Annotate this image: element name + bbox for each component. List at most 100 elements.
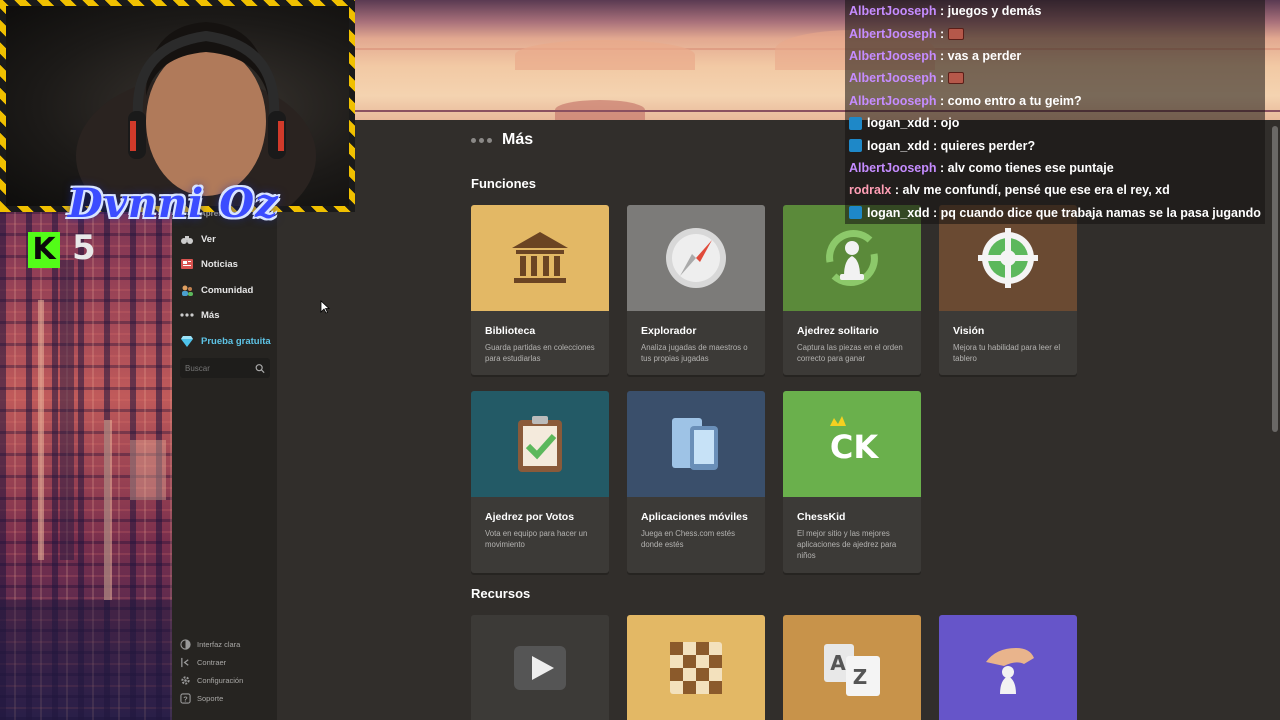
sidebar-item-mas[interactable]: Más xyxy=(180,306,219,324)
chat-message: AlbertJooseph : juegos y demás xyxy=(845,0,1265,23)
search-field[interactable] xyxy=(180,358,270,378)
emote-icon xyxy=(948,72,965,85)
streamer-name-overlay: Dvnni Oz xyxy=(68,180,279,227)
card-description: El mejor sitio y las mejores aplicacione… xyxy=(797,529,897,560)
viewer-count: 5 xyxy=(72,228,96,268)
chat-message: AlbertJooseph : xyxy=(845,22,1265,45)
svg-text:CK: CK xyxy=(830,428,879,466)
sidebar-item-prueba-gratuita[interactable]: Prueba gratuita xyxy=(180,332,271,350)
card-ajedrez-solitario[interactable]: Ajedrez solitario Captura las piezas en e… xyxy=(783,205,921,375)
footer-item-soporte[interactable]: ? Soporte xyxy=(180,690,223,706)
gear-icon xyxy=(181,675,190,685)
more-dots-icon xyxy=(180,313,194,317)
chat-text: vas a perder xyxy=(947,48,1022,63)
card-aplicaciones-moviles[interactable]: Aplicaciones móviles Juega en Chess.com e… xyxy=(627,391,765,573)
card-title: ChessKid xyxy=(797,511,846,523)
target-icon xyxy=(978,228,1038,288)
svg-text:Z: Z xyxy=(853,665,868,689)
card-explorador[interactable]: Explorador Analiza jugadas de maestros o … xyxy=(627,205,765,375)
collapse-icon xyxy=(181,657,189,667)
sidebar: Aprender Ver Noticias Comunidad Más Prue… xyxy=(172,200,277,720)
chat-username: logan_xdd xyxy=(867,205,930,220)
card-vision[interactable]: Visión Mejora tu habilidad para leer el t… xyxy=(939,205,1077,375)
chessboard-icon xyxy=(670,642,722,694)
glossary-az-icon: AZ xyxy=(824,644,880,696)
kick-badge-icon xyxy=(849,206,862,220)
compass-icon xyxy=(666,228,726,288)
chat-message: logan_xdd : quieres perder? xyxy=(845,134,1265,157)
chat-text: juegos y demás xyxy=(947,4,1042,19)
card-description: Mejora tu habilidad para leer el tablero xyxy=(953,343,1061,363)
chat-text: como entro a tu geim? xyxy=(947,93,1082,108)
card-description: Juega en Chess.com estés donde estés xyxy=(641,529,736,549)
community-icon xyxy=(182,285,193,296)
sidebar-item-comunidad[interactable]: Comunidad xyxy=(180,281,253,299)
diamond-icon xyxy=(181,336,193,347)
clipboard-check-icon xyxy=(518,416,562,472)
webcam-feed xyxy=(6,6,349,206)
chat-username: logan_xdd xyxy=(867,116,930,131)
chat-text: alv como tienes ese puntaje xyxy=(947,160,1114,175)
chat-message: AlbertJooseph : como entro a tu geim? xyxy=(845,89,1265,112)
chat-username: AlbertJooseph xyxy=(849,160,937,175)
card-recursos-videos[interactable] xyxy=(471,615,609,720)
kick-badge-icon xyxy=(849,116,862,130)
play-icon xyxy=(514,646,566,690)
help-icon: ? xyxy=(180,692,191,704)
chat-message: logan_xdd : ojo xyxy=(845,111,1265,135)
chat-username: AlbertJooseph xyxy=(849,48,937,63)
sidebar-item-ver[interactable]: Ver xyxy=(180,230,216,248)
chat-message: AlbertJooseph : vas a perder xyxy=(845,44,1265,68)
page-scrollbar[interactable] xyxy=(1272,126,1278,432)
svg-text:?: ? xyxy=(183,694,188,703)
card-title: Biblioteca xyxy=(485,325,536,337)
card-title: Explorador xyxy=(641,325,697,337)
page-title: Más xyxy=(502,131,534,148)
more-dots-icon xyxy=(471,137,492,143)
chat-username: AlbertJooseph xyxy=(849,4,937,19)
search-icon[interactable] xyxy=(255,363,265,374)
chesskid-icon: CK xyxy=(830,416,879,466)
card-ajedrez-por-votos[interactable]: Ajedrez por Votos Vota en equipo para hac… xyxy=(471,391,609,573)
chat-message: AlbertJooseph : xyxy=(845,67,1265,90)
card-title: Ajedrez solitario xyxy=(797,325,879,337)
card-recursos-lecciones[interactable] xyxy=(939,615,1077,720)
card-title: Aplicaciones móviles xyxy=(641,511,748,523)
card-description: Vota en equipo para hacer un movimiento xyxy=(485,529,588,549)
chat-username: rodralx xyxy=(849,183,892,198)
mouse-cursor-icon xyxy=(320,300,330,314)
chat-overlay: AlbertJooseph : juegos y demás AlbertJoo… xyxy=(845,0,1265,224)
pawn-cycle-icon xyxy=(826,230,878,286)
section-title-recursos: Recursos xyxy=(471,586,531,601)
chat-message: AlbertJooseph : alv como tienes ese punt… xyxy=(845,156,1265,180)
footer-item-interfaz-clara[interactable]: Interfaz clara xyxy=(180,636,240,652)
card-description: Analiza jugadas de maestros o tus propia… xyxy=(641,343,748,363)
chat-message: rodralx : alv me confundí, pensé que ese… xyxy=(845,179,1265,202)
section-title-funciones: Funciones xyxy=(471,176,537,191)
card-title: Ajedrez por Votos xyxy=(485,511,575,523)
emote-icon xyxy=(948,27,965,40)
mobile-apps-icon xyxy=(672,418,718,470)
page-header: Más xyxy=(471,128,533,152)
streamer-figure xyxy=(76,22,316,206)
contrast-icon xyxy=(180,638,191,650)
svg-text:A: A xyxy=(830,651,846,675)
footer-item-contraer[interactable]: Contraer xyxy=(180,654,226,670)
chat-text: pq cuando dice que trabaja namas se la p… xyxy=(940,205,1261,220)
sidebar-item-noticias[interactable]: Noticias xyxy=(180,255,238,273)
chat-text: ojo xyxy=(940,116,960,131)
card-recursos-tablero[interactable] xyxy=(627,615,765,720)
card-biblioteca[interactable]: Biblioteca Guarda partidas en colecciones… xyxy=(471,205,609,375)
kick-badge-icon xyxy=(849,139,862,153)
hand-pawn-icon xyxy=(986,648,1034,694)
card-recursos-glosario[interactable]: AZ xyxy=(783,615,921,720)
card-chesskid[interactable]: CK ChessKid El mejor sitio y las mejores … xyxy=(783,391,921,573)
kick-logo-icon: K xyxy=(28,232,60,268)
search-input[interactable] xyxy=(185,363,255,373)
footer-item-configuracion[interactable]: Configuración xyxy=(180,672,243,688)
chat-text: quieres perder? xyxy=(940,138,1036,153)
chat-text: alv me confundí, pensé que ese era el re… xyxy=(902,183,1170,198)
chat-username: AlbertJooseph xyxy=(849,26,937,41)
library-icon xyxy=(512,232,568,283)
binoculars-icon xyxy=(181,236,193,244)
